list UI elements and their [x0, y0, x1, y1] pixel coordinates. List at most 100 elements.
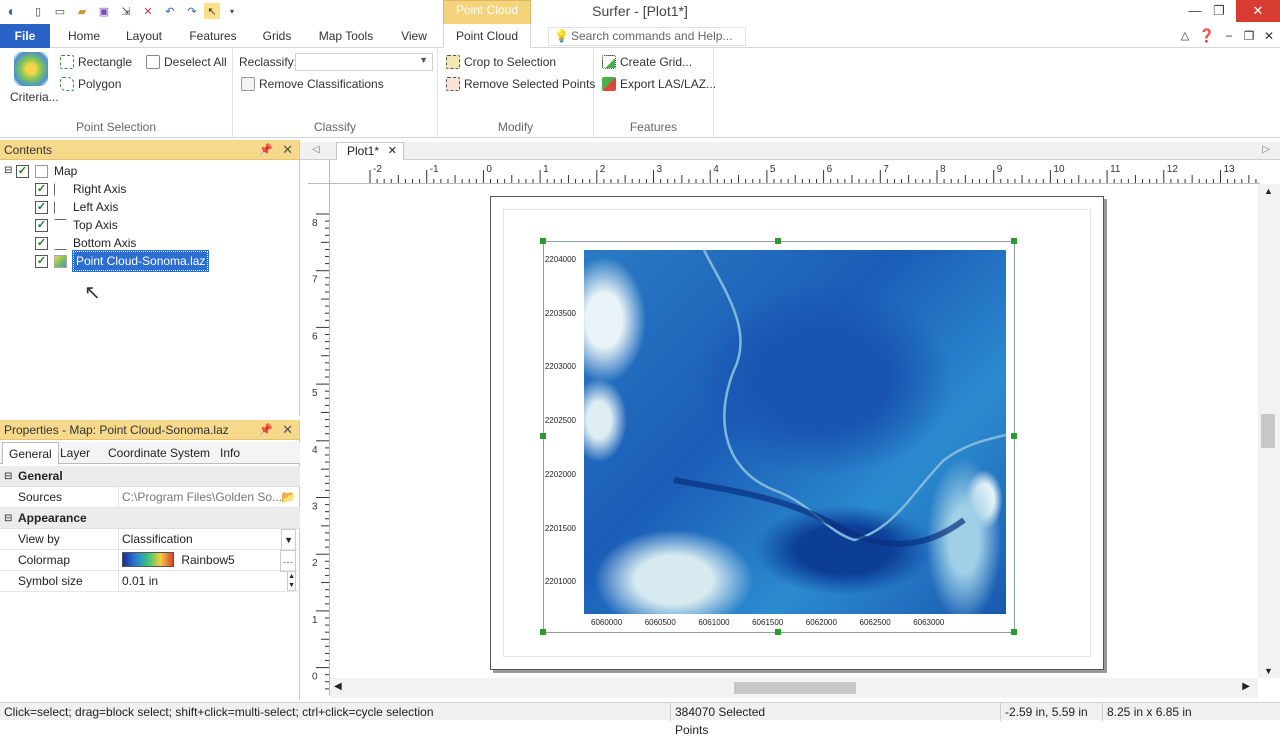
resize-handle[interactable]: [1011, 238, 1017, 244]
colormap-field[interactable]: Rainbow5 …: [118, 550, 298, 572]
visibility-checkbox[interactable]: ✓: [35, 254, 48, 268]
tree-item-label: Left Axis: [73, 200, 119, 214]
remove-classifications-button[interactable]: Remove Classifications: [241, 75, 384, 93]
resize-handle[interactable]: [540, 629, 546, 635]
doc-close-icon[interactable]: ✕: [1260, 24, 1278, 48]
close-icon[interactable]: ✕: [388, 143, 397, 160]
polygon-button[interactable]: Polygon: [60, 75, 121, 93]
resize-handle[interactable]: [540, 238, 546, 244]
tab-features[interactable]: Features: [184, 24, 242, 48]
visibility-checkbox[interactable]: ✓: [35, 236, 48, 250]
search-input[interactable]: 💡 Search commands and Help...: [548, 27, 746, 46]
scroll-thumb[interactable]: [734, 682, 856, 694]
chevron-down-icon[interactable]: ▼: [281, 529, 296, 551]
tree-item-top-axis[interactable]: ✓ Top Axis: [35, 216, 118, 234]
collapse-toggle-icon[interactable]: ⊟: [4, 508, 12, 529]
open-folder-icon[interactable]: 📂: [281, 487, 296, 507]
doc-minimize-icon[interactable]: −: [1220, 24, 1238, 48]
resize-handle[interactable]: [1011, 629, 1017, 635]
remove-selected-points-button[interactable]: Remove Selected Points: [446, 75, 595, 93]
sources-field[interactable]: C:\Program Files\Golden So... 📂: [118, 487, 298, 507]
tree-item-map[interactable]: ⊟ ✓ Map: [4, 162, 77, 180]
tab-view[interactable]: View: [394, 24, 434, 48]
close-icon[interactable]: ✕: [282, 140, 293, 160]
tab-general[interactable]: General: [2, 442, 59, 465]
tab-file[interactable]: File: [0, 24, 50, 48]
undo-icon[interactable]: ↶: [162, 3, 178, 19]
plot-canvas[interactable]: 2204000 2203500 2203000 2202500 2202000 22015…: [330, 184, 1258, 678]
app-logo-icon[interactable]: ◐: [4, 3, 20, 19]
scroll-up-icon[interactable]: ▲: [1264, 186, 1273, 196]
resize-handle[interactable]: [775, 238, 781, 244]
close-document-icon[interactable]: ✕: [140, 3, 156, 19]
collapse-toggle-icon[interactable]: ⊟: [4, 162, 16, 180]
scroll-thumb[interactable]: [1261, 414, 1275, 448]
scroll-left-icon[interactable]: ◀: [334, 681, 342, 692]
x-axis-tick-label: 6062000: [805, 618, 837, 627]
close-icon[interactable]: ✕: [282, 420, 293, 440]
doc-restore-icon[interactable]: ❐: [1240, 24, 1258, 48]
tab-layout[interactable]: Layout: [120, 24, 168, 48]
tree-item-left-axis[interactable]: ✓ Left Axis: [35, 198, 118, 216]
tree-item-bottom-axis[interactable]: ✓ Bottom Axis: [35, 234, 136, 252]
export-las-button[interactable]: Export LAS/LAZ...: [602, 75, 716, 93]
qat-customize-icon[interactable]: ▾: [224, 3, 240, 19]
rectangle-button[interactable]: Rectangle: [60, 53, 132, 71]
view-by-select[interactable]: Classification ▼: [118, 529, 298, 551]
pin-icon[interactable]: 📌: [259, 420, 273, 440]
section-appearance[interactable]: ⊟ Appearance: [0, 508, 300, 529]
help-icon[interactable]: ❓: [1198, 24, 1216, 48]
scroll-right-icon[interactable]: ▶: [1242, 681, 1250, 692]
crop-to-selection-button[interactable]: Crop to Selection: [446, 53, 556, 71]
visibility-checkbox[interactable]: ✓: [35, 182, 48, 196]
prop-label: View by: [18, 532, 60, 546]
tree-item-right-axis[interactable]: ✓ Right Axis: [35, 180, 126, 198]
visibility-checkbox[interactable]: ✓: [35, 200, 48, 214]
tab-scroll-right-icon[interactable]: ▷: [1262, 144, 1270, 155]
maximize-button[interactable]: ❐: [1204, 0, 1234, 22]
new-file-icon[interactable]: ▯: [30, 3, 46, 19]
spinner-icon[interactable]: ▲ ▼: [287, 571, 296, 591]
vertical-ruler: 8 7 6 5 4 3 2 1 0: [308, 184, 330, 696]
left-axis[interactable]: 2204000 2203500 2203000 2202500 2202000 22015…: [530, 250, 580, 614]
visibility-checkbox[interactable]: ✓: [16, 164, 29, 178]
more-options-icon[interactable]: …: [280, 550, 296, 572]
group-label-modify: Modify: [497, 120, 534, 134]
vertical-scrollbar[interactable]: ▲ ▼: [1258, 184, 1280, 678]
tab-plot1[interactable]: Plot1* ✕: [336, 142, 404, 160]
ruler-label: 1: [543, 164, 549, 175]
tab-map-tools[interactable]: Map Tools: [312, 24, 380, 48]
pin-icon[interactable]: 📌: [259, 140, 273, 160]
symbol-size-stepper[interactable]: 0.01 in ▲ ▼: [118, 571, 298, 591]
section-general[interactable]: ⊟ General: [0, 466, 300, 487]
open-folder-icon[interactable]: ▰: [74, 3, 90, 19]
ribbon-collapse-icon[interactable]: △: [1176, 24, 1194, 48]
tab-info[interactable]: Info: [214, 442, 246, 464]
group-label-classify: Classify: [313, 120, 356, 134]
collapse-toggle-icon[interactable]: ⊟: [4, 466, 12, 487]
tab-home[interactable]: Home: [60, 24, 108, 48]
tab-scroll-left-icon[interactable]: ◁: [312, 144, 320, 155]
close-window-button[interactable]: ✕: [1236, 0, 1280, 22]
new-plot-icon[interactable]: ▭: [52, 3, 68, 19]
reclassify-select[interactable]: ▼: [295, 53, 433, 71]
bottom-axis[interactable]: 6060000 6060500 6061000 6061500 6062000 60625…: [584, 616, 1006, 630]
tree-item-point-cloud[interactable]: ✓ Point Cloud-Sonoma.laz: [35, 250, 210, 272]
scroll-down-icon[interactable]: ▼: [1264, 666, 1273, 676]
import-icon[interactable]: ⇲: [118, 3, 134, 19]
tab-layer[interactable]: Layer: [54, 442, 96, 464]
tab-point-cloud[interactable]: Point Cloud: [443, 24, 531, 48]
horizontal-scrollbar[interactable]: ◀ ▶: [330, 678, 1258, 698]
resize-handle[interactable]: [1011, 433, 1017, 439]
deselect-all-button[interactable]: Deselect All: [146, 53, 227, 71]
criteria-button[interactable]: Criteria...: [10, 88, 59, 106]
save-icon[interactable]: ▣: [96, 3, 112, 19]
status-coords: -2.59 in, 5.59 in: [1000, 703, 1100, 721]
create-grid-button[interactable]: Create Grid...: [602, 53, 692, 71]
redo-icon[interactable]: ↷: [184, 3, 200, 19]
visibility-checkbox[interactable]: ✓: [35, 218, 48, 232]
select-pointer-icon[interactable]: ↖: [204, 3, 220, 19]
tab-coordinate-system[interactable]: Coordinate System: [102, 442, 216, 464]
horizontal-ruler: -2 -1 0 1 2 3 4 5 6 7 8 9 10 11 12 13: [330, 160, 1260, 184]
tab-grids[interactable]: Grids: [256, 24, 298, 48]
